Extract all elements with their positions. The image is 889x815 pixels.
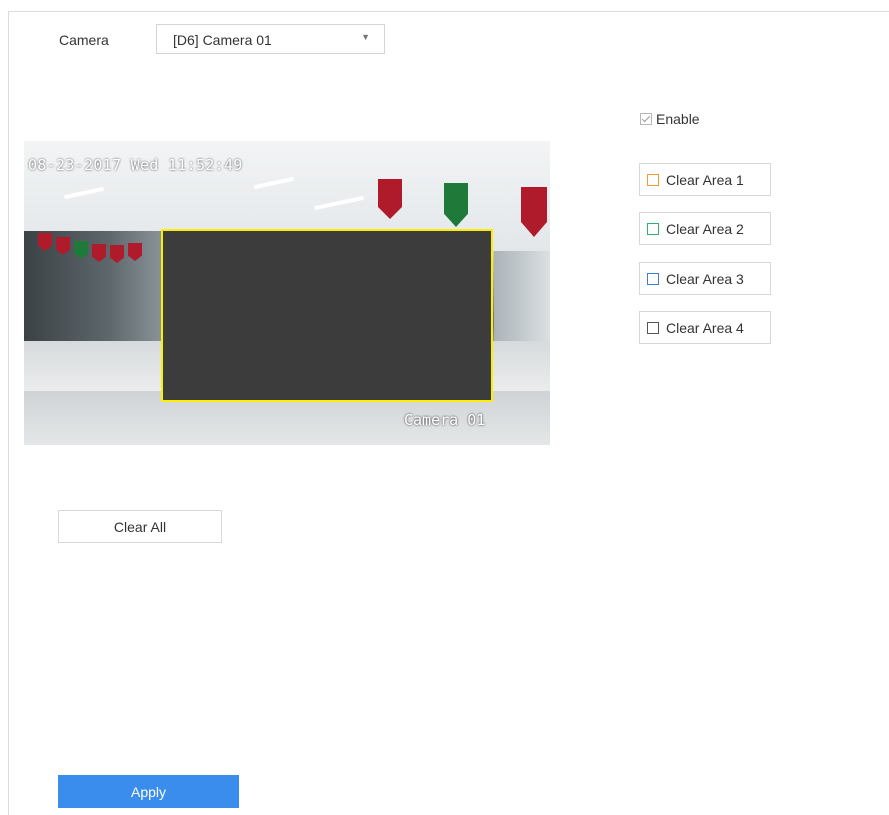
- clear-area-label: Clear Area 1: [666, 171, 744, 188]
- area-color-square-icon: [647, 272, 659, 285]
- area-color-square-icon: [647, 222, 659, 235]
- clear-area-label: Clear Area 3: [666, 270, 744, 287]
- clear-area-label: Clear Area 4: [666, 319, 744, 336]
- chevron-down-icon: ▼: [361, 32, 370, 42]
- clear-area-1-button[interactable]: Clear Area 1: [639, 163, 771, 196]
- frame-border-top: [8, 11, 889, 12]
- clear-area-4-button[interactable]: Clear Area 4: [639, 311, 771, 344]
- area-color-square-icon: [647, 173, 659, 186]
- clear-area-3-button[interactable]: Clear Area 3: [639, 262, 771, 295]
- clear-area-label: Clear Area 2: [666, 220, 744, 237]
- osd-channel-name: Camera 01: [404, 411, 486, 429]
- privacy-mask-area[interactable]: [161, 229, 493, 402]
- area-color-square-icon: [647, 321, 659, 334]
- camera-label: Camera: [59, 32, 109, 48]
- enable-label: Enable: [656, 111, 700, 127]
- camera-preview[interactable]: 08-23-2017 Wed 11:52:49 Camera 01: [24, 141, 550, 445]
- checkbox-checked-icon: [640, 113, 652, 125]
- camera-select-value: [D6] Camera 01: [173, 32, 272, 48]
- osd-timestamp: 08-23-2017 Wed 11:52:49: [28, 156, 243, 174]
- enable-checkbox[interactable]: Enable: [640, 111, 700, 127]
- clear-all-button[interactable]: Clear All: [58, 510, 222, 543]
- apply-button[interactable]: Apply: [58, 775, 239, 808]
- frame-border-left: [8, 11, 9, 815]
- camera-select[interactable]: [D6] Camera 01 ▼: [156, 24, 385, 54]
- clear-area-2-button[interactable]: Clear Area 2: [639, 212, 771, 245]
